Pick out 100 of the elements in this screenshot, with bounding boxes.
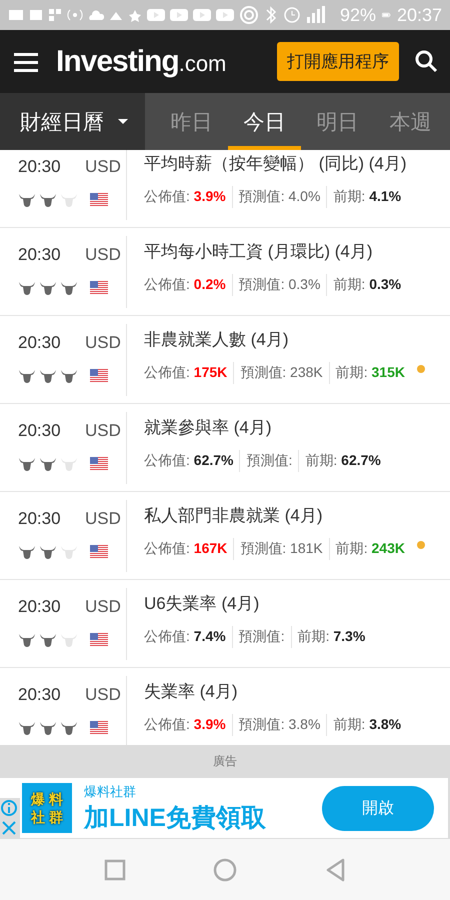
event-time: 20:30 — [18, 421, 62, 442]
previous-value: 前期: 7.3% — [296, 628, 366, 646]
notification-icon — [8, 8, 24, 22]
forecast-value: 預測值: 3.8% — [238, 716, 322, 734]
event-title[interactable]: U6失業率 (4月) — [144, 592, 450, 615]
logo[interactable]: Investing.com — [56, 44, 277, 78]
calendar-dropdown[interactable]: 財經日曆 — [0, 93, 145, 150]
bull-icon — [60, 632, 78, 646]
forecast-value: 預測值: — [245, 452, 294, 470]
actual-value: 公佈值: 167K — [144, 540, 228, 558]
previous-value: 前期: 0.3% — [332, 276, 402, 294]
ad-headline: 加LINE免費領取 — [84, 802, 267, 834]
forecast-value: 預測值: 4.0% — [238, 188, 322, 206]
bull-icon — [18, 720, 36, 734]
bull-icon — [39, 456, 57, 470]
close-icon[interactable] — [0, 819, 18, 837]
alarm-icon — [283, 5, 301, 25]
event-time: 20:30 — [18, 509, 62, 530]
event-title[interactable]: 非農就業人數 (4月) — [144, 328, 450, 351]
bull-icon — [18, 544, 36, 558]
us-flag-icon — [90, 368, 108, 382]
currency: USD — [85, 333, 122, 354]
battery-percent: 92% — [340, 4, 376, 26]
event-time: 20:30 — [18, 685, 62, 706]
bull-icon — [60, 456, 78, 470]
home-icon[interactable] — [213, 858, 238, 882]
us-flag-icon — [90, 720, 108, 734]
event-time: 20:30 — [18, 333, 62, 354]
bull-icon — [60, 192, 78, 206]
forecast-value: 預測值: — [238, 628, 286, 646]
previous-value: 前期: 315K — [334, 364, 406, 382]
currency: USD — [85, 685, 122, 706]
bull-icon — [18, 456, 36, 470]
actual-value: 公佈值: 175K — [144, 364, 228, 382]
event-title[interactable]: 就業參與率 (4月) — [144, 416, 450, 439]
star-icon — [128, 8, 142, 22]
bull-icon — [18, 192, 36, 206]
bull-icon — [60, 544, 78, 558]
broadcast-icon — [67, 8, 83, 22]
previous-value: 前期: 4.1% — [332, 188, 402, 206]
event-time: 20:30 — [18, 157, 62, 178]
event-title[interactable]: 失業率 (4月) — [144, 680, 450, 703]
forecast-value: 預測值: 181K — [239, 540, 324, 558]
bull-icon — [39, 544, 57, 558]
bull-icon — [18, 632, 36, 646]
ad-brand: 爆料社群 — [84, 782, 137, 800]
event-time: 20:30 — [18, 245, 62, 266]
currency: USD — [85, 245, 122, 266]
event-title[interactable]: 平均時薪（按年變幅） (同比) (4月) — [144, 152, 450, 175]
bull-icon — [60, 368, 78, 382]
previous-value: 前期: 62.7% — [304, 452, 382, 470]
bull-icon — [18, 368, 36, 382]
back-icon[interactable] — [325, 858, 346, 882]
menu-icon[interactable] — [14, 50, 38, 72]
bull-icon — [39, 280, 57, 294]
forecast-value: 預測值: 0.3% — [238, 276, 322, 294]
qr-icon — [48, 8, 62, 22]
currency: USD — [85, 597, 122, 618]
forecast-value: 預測值: 238K — [239, 364, 324, 382]
bull-icon — [60, 720, 78, 734]
us-flag-icon — [90, 280, 108, 294]
bull-icon — [39, 368, 57, 382]
caret-icon — [118, 119, 128, 124]
video-icon — [193, 8, 211, 22]
ad-label: 廣告 — [212, 753, 238, 770]
actual-value: 公佈值: 3.9% — [144, 716, 227, 734]
bull-icon — [60, 280, 78, 294]
video-icon — [170, 8, 188, 22]
event-time: 20:30 — [18, 597, 62, 618]
image-icon — [29, 8, 43, 22]
actual-value: 公佈值: 62.7% — [144, 452, 234, 470]
cloud-icon — [88, 8, 104, 22]
us-flag-icon — [90, 456, 108, 470]
event-title[interactable]: 私人部門非農就業 (4月) — [144, 504, 450, 527]
us-flag-icon — [90, 544, 108, 558]
bluetooth-icon — [264, 5, 278, 25]
event-title[interactable]: 平均每小時工資 (月環比) (4月) — [144, 240, 450, 263]
video-icon — [147, 8, 165, 22]
bull-icon — [39, 720, 57, 734]
search-icon[interactable] — [415, 50, 438, 73]
actual-value: 公佈值: 7.4% — [144, 628, 227, 646]
actual-value: 公佈值: 0.2% — [144, 276, 227, 294]
hotspot-icon — [239, 5, 259, 25]
actual-value: 公佈值: 3.9% — [144, 188, 227, 206]
currency: USD — [85, 509, 122, 530]
us-flag-icon — [90, 632, 108, 646]
bull-icon — [39, 192, 57, 206]
info-icon[interactable] — [0, 799, 18, 817]
recent-apps-icon[interactable] — [104, 858, 126, 880]
us-flag-icon — [90, 192, 108, 206]
previous-value: 前期: 3.8% — [332, 716, 402, 734]
clock: 20:37 — [396, 4, 442, 26]
currency: USD — [85, 421, 122, 442]
signal-icon — [306, 5, 328, 25]
video-icon — [216, 8, 234, 22]
bull-icon — [39, 632, 57, 646]
currency: USD — [85, 157, 122, 178]
open-app-button[interactable]: 打開應用程序 — [277, 42, 399, 81]
ad-logo: 爆料社群 — [22, 783, 72, 833]
previous-value: 前期: 243K — [334, 540, 406, 558]
